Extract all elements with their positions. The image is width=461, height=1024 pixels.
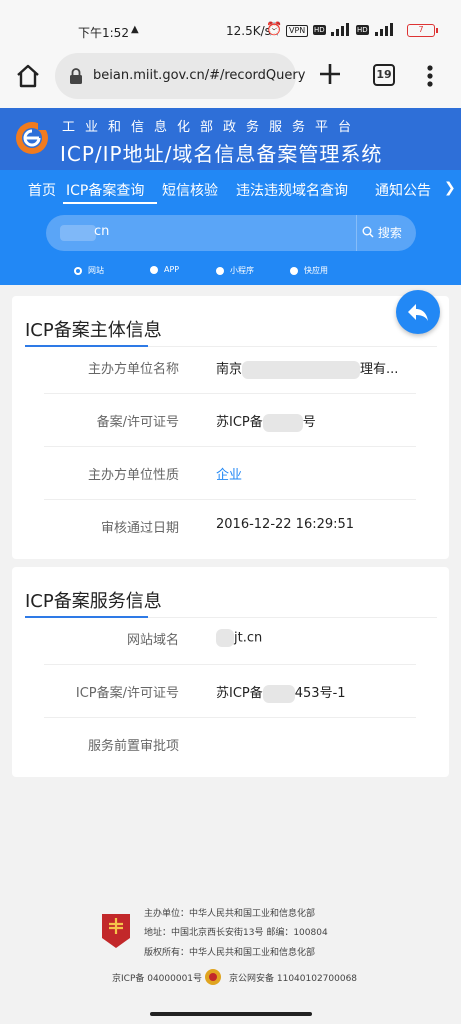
radio-dot[interactable] <box>290 266 298 275</box>
site-footer: 主办单位：中华人民共和国工业和信息化部 地址：中国北京西长安街13号 邮编：10… <box>0 898 461 998</box>
row-value: jt.cn <box>216 629 262 647</box>
miit-logo-icon <box>16 122 48 154</box>
footer-icp-link[interactable]: 京ICP备 04000001号 <box>112 971 202 984</box>
status-time: 下午1:52 <box>78 26 129 40</box>
card-title: ICP备案主体信息 <box>25 320 162 341</box>
redacted-block <box>216 629 234 647</box>
value-text: 苏ICP备 <box>216 686 263 701</box>
radio-dot[interactable] <box>150 265 158 274</box>
hd-badge-2: HD <box>356 25 369 35</box>
redacted-block <box>262 413 303 432</box>
footer-organizer: 主办单位：中华人民共和国工业和信息化部 <box>144 909 316 919</box>
row-label: 服务前置审批项 <box>87 739 179 754</box>
status-bar: 下午1:52 ▲ 12.5K/s ⏰ VPN HD HD 7 <box>0 0 461 44</box>
search-icon <box>362 226 374 238</box>
table-row: 备案/许可证号 苏ICP备 号 <box>44 394 416 447</box>
battery-icon: 7 <box>407 24 438 37</box>
search-input[interactable]: cn 搜索 <box>46 215 416 251</box>
browser-toolbar: beian.miit.gov.cn/#/recordQuery 19 <box>0 44 461 108</box>
row-label: ICP备案/许可证号 <box>75 686 179 701</box>
nav-item-sms-verify[interactable]: 短信核验 <box>162 180 218 200</box>
search-value[interactable]: cn <box>94 224 109 239</box>
row-value: 苏ICP备 号 <box>216 411 316 432</box>
home-indicator[interactable] <box>150 1012 312 1016</box>
radio-app[interactable]: APP <box>150 265 179 274</box>
radio-mini-program[interactable]: 小程序 <box>216 265 254 276</box>
address-bar[interactable]: beian.miit.gov.cn/#/recordQuery <box>55 53 305 99</box>
site-header: 工业和信息化部政务服务平台 ICP/IP地址/域名信息备案管理系统 <box>0 108 461 170</box>
footer-copyright: 版权所有：中华人民共和国工业和信息化部 <box>144 948 316 958</box>
radio-dot[interactable] <box>216 266 224 275</box>
table-row: 网站域名 jt.cn <box>44 612 416 665</box>
row-label: 主办方单位性质 <box>87 468 179 483</box>
nav-item-icp-query[interactable]: ICP备案查询 <box>66 180 144 200</box>
signal-icon-2 <box>375 23 393 36</box>
row-value: 南京 理有... <box>216 358 398 379</box>
more-menu-icon[interactable] <box>420 62 440 90</box>
signal-icon-1 <box>331 23 349 36</box>
vpn-badge: VPN <box>286 25 309 37</box>
search-divider <box>356 215 357 251</box>
value-text: 苏ICP备 <box>216 415 263 430</box>
nav-item-notices[interactable]: 通知公告 <box>375 180 431 200</box>
icp-subject-card: ICP备案主体信息 主办方单位名称 南京 理有... 备案/许可证号 苏ICP备 号… <box>12 296 449 559</box>
radio-label: 小程序 <box>230 266 254 275</box>
police-badge-icon <box>205 969 221 985</box>
table-row: ICP备案/许可证号 苏ICP备 453号-1 <box>44 665 416 718</box>
network-rate: 12.5K/s <box>226 24 271 38</box>
redacted-block <box>242 360 361 379</box>
header-subtitle: 工业和信息化部政务服务平台 <box>62 120 362 135</box>
radio-website[interactable]: 网站 <box>74 265 104 276</box>
redacted-text <box>60 225 96 241</box>
search-button[interactable]: 搜索 <box>362 224 402 241</box>
row-value: 苏ICP备 453号-1 <box>216 682 346 703</box>
card-title: ICP备案服务信息 <box>25 591 162 612</box>
back-button[interactable] <box>396 290 440 334</box>
footer-police-link[interactable]: 京公网安备 11040102700068 <box>229 971 357 984</box>
type-radio-group: 网站 APP 小程序 快应用 <box>0 265 461 279</box>
value-text: 号 <box>302 415 316 430</box>
alarm-icon: ⏰ <box>266 22 283 37</box>
header-title: ICP/IP地址/域名信息备案管理系统 <box>60 142 383 166</box>
nav-item-home[interactable]: 首页 <box>28 180 56 200</box>
row-label: 审核通过日期 <box>100 521 179 536</box>
value-text: 理有... <box>360 362 399 377</box>
table-row: 主办方单位性质 企业 <box>44 447 416 500</box>
table-row: 审核通过日期 2016-12-22 16:29:51 <box>44 500 416 553</box>
tab-switcher-button[interactable]: 19 <box>373 64 395 86</box>
main-nav: 首页 ICP备案查询 短信核验 违法违规域名查询 通知公告 ❯ <box>0 170 461 210</box>
reply-arrow-icon <box>408 304 428 321</box>
value-text: 453号-1 <box>294 686 346 701</box>
hd-badge-1: HD <box>313 25 326 35</box>
row-label: 备案/许可证号 <box>96 415 179 430</box>
notification-icon: ▲ <box>131 24 139 35</box>
nav-active-indicator <box>63 202 157 204</box>
government-emblem-icon[interactable] <box>100 912 132 950</box>
search-button-label: 搜索 <box>377 226 402 240</box>
table-row: 服务前置审批项 <box>44 718 416 771</box>
icp-service-card: ICP备案服务信息 网站域名 jt.cn ICP备案/许可证号 苏ICP备 453… <box>12 567 449 777</box>
row-value[interactable]: 企业 <box>216 464 242 483</box>
radio-quick-app[interactable]: 快应用 <box>290 265 328 276</box>
table-row: 主办方单位名称 南京 理有... <box>44 341 416 394</box>
lock-icon[interactable] <box>67 67 85 85</box>
redacted-block <box>262 684 295 703</box>
radio-label: APP <box>164 265 180 274</box>
radio-label: 快应用 <box>304 266 328 275</box>
row-value: 2016-12-22 16:29:51 <box>216 517 355 532</box>
nav-next-icon[interactable]: ❯ <box>444 180 456 196</box>
url-text[interactable]: beian.miit.gov.cn/#/recordQuery <box>93 68 305 83</box>
new-tab-icon[interactable] <box>316 60 344 88</box>
footer-address: 地址：中国北京西长安街13号 邮编：100804 <box>144 928 328 938</box>
nav-item-illegal-domain[interactable]: 违法违规域名查询 <box>236 180 348 200</box>
search-area: cn 搜索 网站 APP 小程序 快应用 <box>0 210 461 285</box>
value-text: 南京 <box>216 362 243 377</box>
value-text: jt.cn <box>234 630 263 646</box>
row-label: 网站域名 <box>126 633 179 648</box>
row-label: 主办方单位名称 <box>87 362 179 377</box>
radio-label: 网站 <box>88 266 104 275</box>
radio-dot[interactable] <box>74 266 82 275</box>
home-icon[interactable] <box>14 62 42 90</box>
